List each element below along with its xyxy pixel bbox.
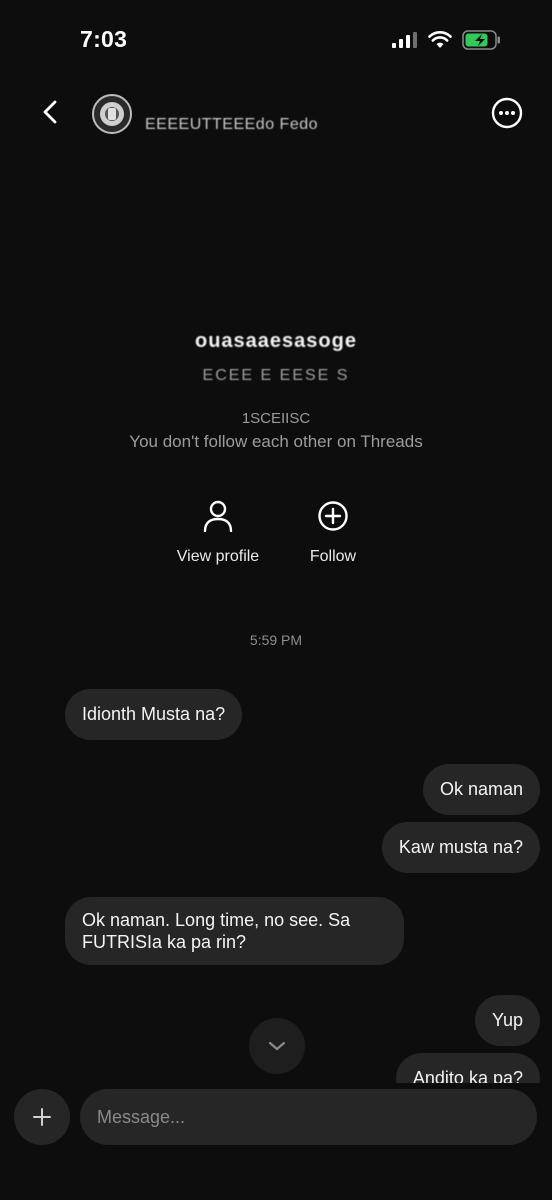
sent-message[interactable]: Yup <box>474 995 540 1046</box>
sent-message[interactable]: Kaw musta na? <box>381 822 540 873</box>
wifi-icon <box>428 31 452 48</box>
follow-label: Follow <box>309 548 357 565</box>
add-attachment-button[interactable] <box>14 1089 70 1145</box>
plus-icon <box>33 1108 51 1126</box>
profile-subtitle: ECEE E EESE S <box>202 367 350 384</box>
received-message[interactable]: Ok naman. Long time, no see. Sa FUTRISIa… <box>65 897 404 965</box>
view-profile-button[interactable]: View profile <box>168 500 268 566</box>
plus-circle-icon <box>318 501 348 531</box>
message-input[interactable] <box>80 1089 537 1145</box>
battery-icon <box>462 30 500 50</box>
person-icon <box>203 500 233 532</box>
header-username[interactable]: EEEEUTTEEEdo Fedo <box>145 116 318 134</box>
status-time: 7:03 <box>80 26 128 52</box>
follow-status-note: You don't follow each other on Threads <box>129 432 423 451</box>
scroll-to-bottom-button[interactable] <box>249 1018 305 1074</box>
profile-followers: 1SCEIISC <box>241 410 311 427</box>
profile-name: ouasaaesasoge <box>195 330 357 352</box>
signal-icon <box>392 32 417 48</box>
sent-message[interactable]: Ok naman <box>422 764 540 815</box>
back-icon[interactable] <box>36 96 68 128</box>
message-timestamp: 5:59 PM <box>249 632 303 648</box>
chevron-down-icon <box>268 1041 286 1051</box>
status-icons <box>392 30 502 50</box>
received-message[interactable]: Idionth Musta na? <box>65 689 243 740</box>
avatar[interactable] <box>92 94 132 134</box>
more-options-icon[interactable] <box>490 96 524 130</box>
view-profile-label: View profile <box>176 548 260 565</box>
follow-button[interactable]: Follow <box>293 500 373 566</box>
